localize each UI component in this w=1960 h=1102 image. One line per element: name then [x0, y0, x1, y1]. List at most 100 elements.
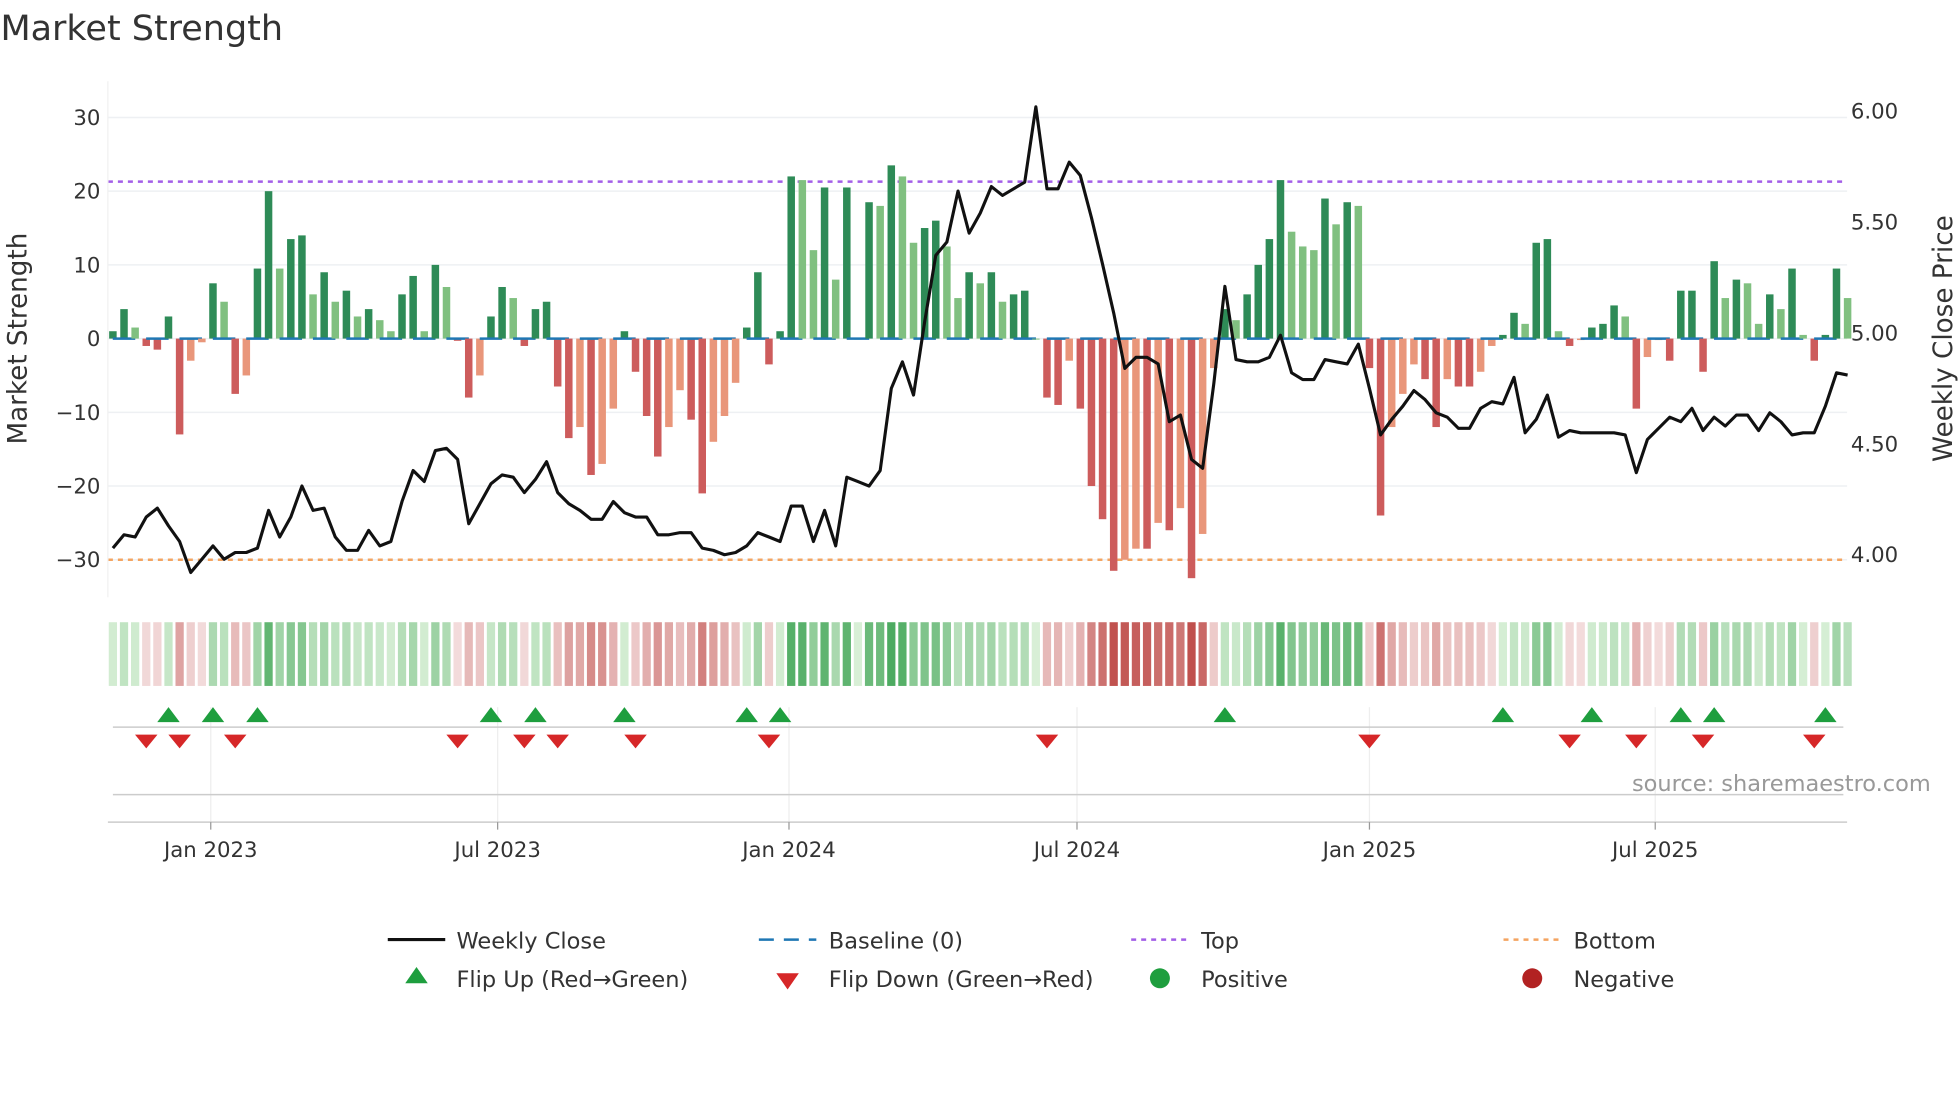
strength-bar — [253, 268, 262, 339]
legend-baseline-label: Baseline (0) — [829, 928, 963, 954]
strength-bar — [531, 309, 540, 339]
strength-bar — [198, 338, 206, 343]
heatmap-cell — [1632, 622, 1641, 686]
x-tick-label: Jul 2024 — [1032, 838, 1120, 863]
x-tick-label: Jan 2025 — [1321, 838, 1417, 863]
flip-down-marker — [546, 734, 569, 749]
heatmap-cell — [1443, 622, 1452, 686]
strength-bar — [476, 338, 484, 376]
heatmap-cell — [253, 622, 262, 686]
y-tick-label: 10 — [73, 253, 100, 278]
strength-bar — [1465, 338, 1474, 387]
strength-bar — [1165, 338, 1174, 531]
heatmap-cell — [1042, 622, 1052, 686]
heatmap-cell — [1343, 622, 1352, 686]
flip-down-marker — [446, 734, 469, 749]
heatmap-cell — [609, 622, 618, 686]
strength-bar — [765, 338, 773, 365]
strength-bar — [1777, 309, 1785, 339]
heatmap-cell — [353, 622, 362, 686]
strength-bar — [353, 316, 362, 339]
heatmap-cell — [898, 622, 907, 686]
strength-bar — [1298, 246, 1307, 339]
strength-bar — [720, 338, 729, 416]
heatmap-cell — [1243, 622, 1252, 686]
heatmap-cell — [931, 622, 940, 686]
heatmap-cell — [1465, 622, 1474, 686]
strength-bar — [865, 202, 873, 339]
y2-tick-label: 5.00 — [1851, 321, 1898, 346]
heatmap-cell — [475, 622, 484, 686]
strength-bar — [164, 316, 173, 339]
heatmap-cell — [375, 622, 384, 686]
strength-bar — [1799, 334, 1807, 339]
flip-down-marker — [1803, 734, 1826, 749]
strength-bar — [1565, 338, 1574, 346]
strength-bar — [1265, 239, 1274, 339]
heatmap-cell — [709, 622, 718, 686]
strength-bar — [120, 309, 128, 339]
strength-bar — [1410, 338, 1418, 365]
heatmap-cell — [442, 622, 451, 686]
heatmap-cell — [509, 622, 518, 686]
flip-up-marker — [201, 707, 225, 723]
heatmap-cell — [1754, 622, 1763, 686]
heatmap-cell — [453, 622, 462, 686]
strength-bar — [464, 338, 473, 398]
strength-bar — [943, 246, 951, 339]
strength-bar — [954, 298, 962, 339]
strength-bar — [787, 176, 795, 339]
strength-bar — [1387, 338, 1396, 428]
strength-bar — [320, 272, 328, 339]
heatmap-cell — [542, 622, 551, 686]
heatmap-cell — [1543, 622, 1552, 686]
strength-bar — [1065, 338, 1073, 361]
heatmap-cell — [720, 622, 729, 686]
strength-bar — [1732, 279, 1741, 339]
x-tick-label: Jul 2025 — [1610, 838, 1698, 863]
strength-bar — [731, 338, 740, 383]
flip-up-marker — [1702, 707, 1726, 723]
strength-bar — [1354, 205, 1363, 339]
strength-bar — [876, 205, 884, 339]
heatmap-cell — [1009, 622, 1018, 686]
strength-bar — [665, 338, 673, 428]
heatmap-cell — [1076, 622, 1085, 686]
legend-bottom-label: Bottom — [1573, 928, 1655, 954]
heatmap-cell — [520, 622, 529, 686]
strength-bar — [1754, 323, 1763, 339]
strength-bar — [1143, 338, 1151, 549]
heatmap-cell — [1142, 622, 1152, 686]
x-tick-label: Jul 2023 — [452, 838, 540, 863]
heatmap-cell — [208, 622, 218, 686]
flip-up-marker — [1669, 707, 1693, 723]
strength-bar — [742, 327, 751, 339]
strength-bar — [1521, 323, 1529, 339]
strength-bar — [1132, 338, 1140, 549]
chart-title: Market Strength — [0, 9, 283, 49]
heatmap-cell — [1721, 622, 1730, 686]
strength-bar — [1287, 231, 1296, 339]
strength-bar — [1743, 283, 1752, 339]
heatmap-cell — [431, 622, 440, 686]
y-tick-label: −30 — [56, 548, 101, 573]
heatmap-cell — [998, 622, 1007, 686]
flip-up-marker — [1814, 707, 1837, 723]
strength-bar — [298, 235, 306, 339]
strength-bar — [175, 338, 184, 435]
strength-bar — [976, 283, 984, 339]
source-note: source: sharemaestro.com — [1632, 771, 1931, 797]
heatmap-cell — [186, 622, 195, 686]
flip-up-marker — [613, 707, 636, 723]
strength-bar — [1710, 261, 1718, 339]
strength-bar — [898, 176, 907, 339]
strength-bar — [809, 250, 818, 339]
heatmap-cell — [420, 622, 429, 686]
heatmap-cell — [1409, 622, 1419, 686]
strength-bar — [754, 272, 762, 339]
heatmap-cell — [1598, 622, 1608, 686]
strength-bar — [1076, 338, 1085, 409]
heatmap-cell — [1209, 622, 1218, 686]
strength-bar — [987, 272, 996, 339]
heatmap-cell — [386, 622, 396, 686]
